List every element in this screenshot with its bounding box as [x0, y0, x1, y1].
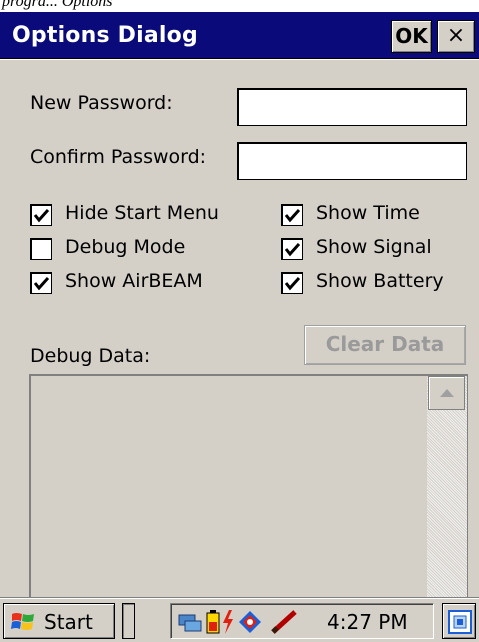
- debug-mode-label: Debug Mode: [65, 236, 186, 258]
- close-button[interactable]: ×: [437, 20, 475, 53]
- new-password-label: New Password:: [30, 92, 173, 114]
- checkmark-icon: [284, 276, 301, 291]
- show-battery-checkbox[interactable]: [281, 272, 303, 294]
- show-airbeam-checkbox[interactable]: [30, 272, 52, 294]
- network-icon[interactable]: [177, 609, 203, 633]
- taskbar: Start 4:27 PM: [0, 598, 479, 642]
- battery-icon[interactable]: [205, 609, 221, 635]
- power-icon[interactable]: [221, 609, 235, 635]
- scroll-up-button[interactable]: [428, 376, 465, 410]
- page-caption-text: progra... Options: [2, 0, 113, 10]
- show-time-checkbox[interactable]: [281, 204, 303, 226]
- hide-start-menu-checkbox[interactable]: [30, 204, 52, 226]
- show-battery-label: Show Battery: [316, 270, 444, 292]
- pen-icon[interactable]: [269, 609, 299, 635]
- title-bar: Options Dialog OK ×: [0, 12, 479, 59]
- system-tray: 4:27 PM: [170, 603, 434, 639]
- task-slot: [122, 603, 135, 639]
- show-signal-checkbox[interactable]: [281, 238, 303, 260]
- show-signal-label: Show Signal: [316, 236, 432, 258]
- ok-button[interactable]: OK: [391, 20, 432, 53]
- debug-mode-checkbox[interactable]: [30, 238, 52, 260]
- airbeam-icon[interactable]: [237, 609, 263, 635]
- checkmark-icon: [284, 242, 301, 257]
- show-airbeam-label: Show AirBEAM: [65, 270, 203, 292]
- confirm-password-label: Confirm Password:: [30, 146, 207, 168]
- windows-flag-icon: [11, 613, 34, 630]
- keyboard-sip-icon: [448, 610, 472, 634]
- page-caption: progra... Options: [0, 0, 479, 12]
- show-time-label: Show Time: [316, 202, 420, 224]
- hide-start-menu-label: Hide Start Menu: [65, 202, 219, 224]
- input-panel-button[interactable]: [442, 603, 476, 639]
- options-dialog: New Password: Confirm Password: Hide Sta…: [0, 60, 479, 642]
- clear-data-button[interactable]: Clear Data: [304, 325, 466, 365]
- scroll-up-arrow-icon: [440, 389, 454, 397]
- new-password-field[interactable]: [237, 88, 467, 126]
- start-button[interactable]: Start: [3, 603, 115, 639]
- debug-data-label: Debug Data:: [30, 345, 151, 367]
- checkmark-icon: [33, 276, 50, 291]
- checkmark-icon: [33, 208, 50, 223]
- checkmark-icon: [284, 208, 301, 223]
- confirm-password-field[interactable]: [237, 142, 467, 180]
- window-title: Options Dialog: [12, 23, 198, 48]
- clock[interactable]: 4:27 PM: [327, 610, 408, 634]
- start-label: Start: [44, 610, 93, 634]
